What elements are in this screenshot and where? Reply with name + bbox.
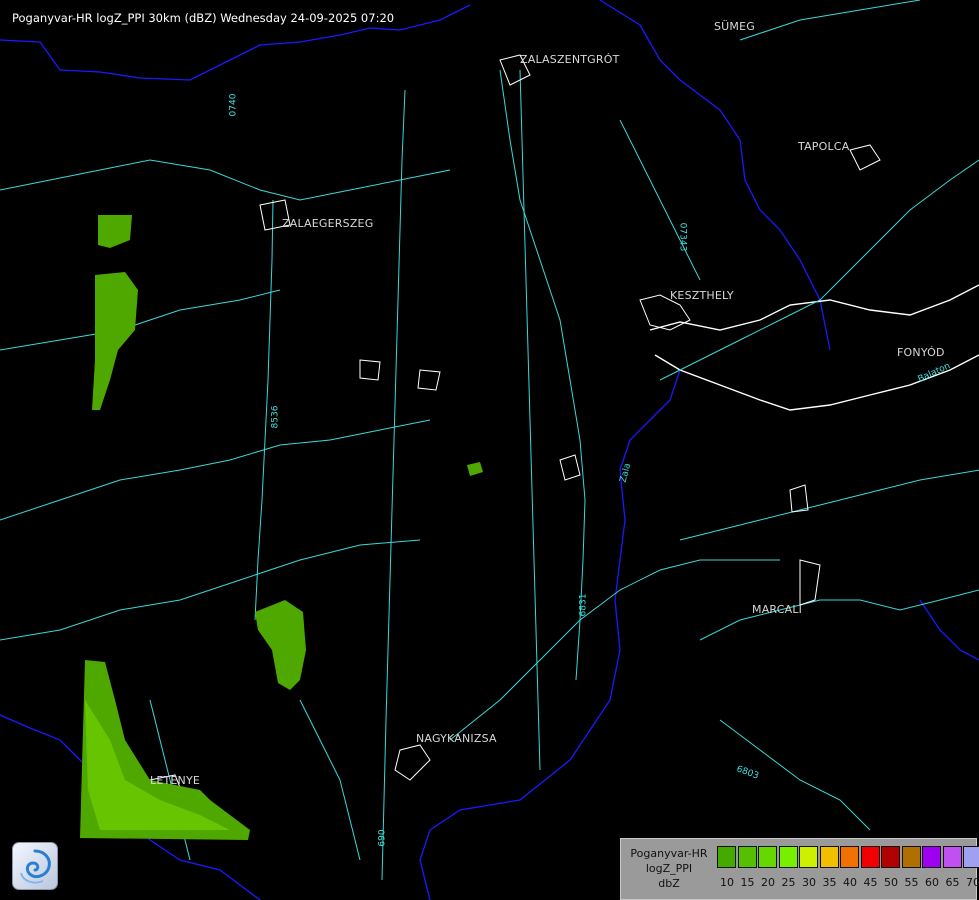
legend-tick: 20 [761, 876, 775, 889]
road-label-690: 690 [377, 829, 388, 847]
city-keszthely: KESZTHELY [670, 289, 734, 302]
legend-tick: 35 [822, 876, 837, 889]
legend-tick: 50 [884, 876, 898, 889]
legend-tick: 45 [863, 876, 878, 889]
legend-tick: 60 [925, 876, 939, 889]
city-fonyod: FONYÓD [897, 346, 945, 359]
legend-tick: 10 [720, 876, 734, 889]
city-sumeg: SÜMEG [714, 20, 755, 33]
legend-tick: 65 [945, 876, 960, 889]
city-zalaegerszeg: ZALAEGERSZEG [282, 217, 374, 230]
city-marcali: MARCALI [752, 603, 803, 616]
legend-tick: 25 [781, 876, 796, 889]
legend-swatch [758, 846, 777, 868]
city-nagykanizsa: NAGYKANIZSA [416, 732, 497, 745]
road-label-0740: 0740 [228, 93, 239, 117]
legend-swatch [963, 846, 979, 868]
road-label-8536: 8536 [270, 405, 281, 429]
road-label-07343: 07343 [677, 222, 688, 252]
echo-west-1 [98, 215, 132, 248]
echo-small [467, 462, 483, 476]
legend-label: Poganyvar-HR logZ_PPI dbZ [630, 847, 708, 890]
radar-echoes [80, 215, 483, 840]
city-tapolca: TAPOLCA [798, 140, 850, 153]
road-network [0, 0, 979, 881]
echo-central [255, 600, 306, 690]
city-zalaszentgrot: ZALASZENTGRÓT [520, 53, 620, 66]
legend-swatch [901, 846, 921, 868]
radar-logo-icon [12, 842, 58, 890]
map-title: Poganyvar-HR logZ_PPI 30km (dBZ) Wednesd… [12, 11, 395, 25]
legend-swatch [840, 846, 859, 868]
dbz-legend: Poganyvar-HR logZ_PPI dbZ 10 15 20 25 30 35 40… [620, 838, 979, 900]
radar-map [0, 0, 979, 900]
legend-swatch [778, 846, 798, 868]
legend-swatch [860, 846, 880, 868]
legend-tick: 70 [966, 876, 979, 889]
echo-west-2 [92, 272, 138, 410]
legend-tick: 15 [740, 876, 755, 889]
border-lines [0, 0, 979, 900]
city-letenye: LETENYE [150, 774, 201, 787]
legend-swatch [819, 846, 839, 868]
road-label-6831: 6831 [578, 593, 589, 617]
legend-swatch [942, 846, 962, 868]
legend-swatch [881, 846, 900, 868]
legend-tick: 55 [904, 876, 919, 889]
legend-swatch [799, 846, 818, 868]
legend-swatch [737, 846, 757, 868]
legend-swatch [717, 846, 736, 868]
legend-tick: 40 [843, 876, 857, 889]
legend-tick: 30 [802, 876, 816, 889]
legend-swatch [922, 846, 941, 868]
